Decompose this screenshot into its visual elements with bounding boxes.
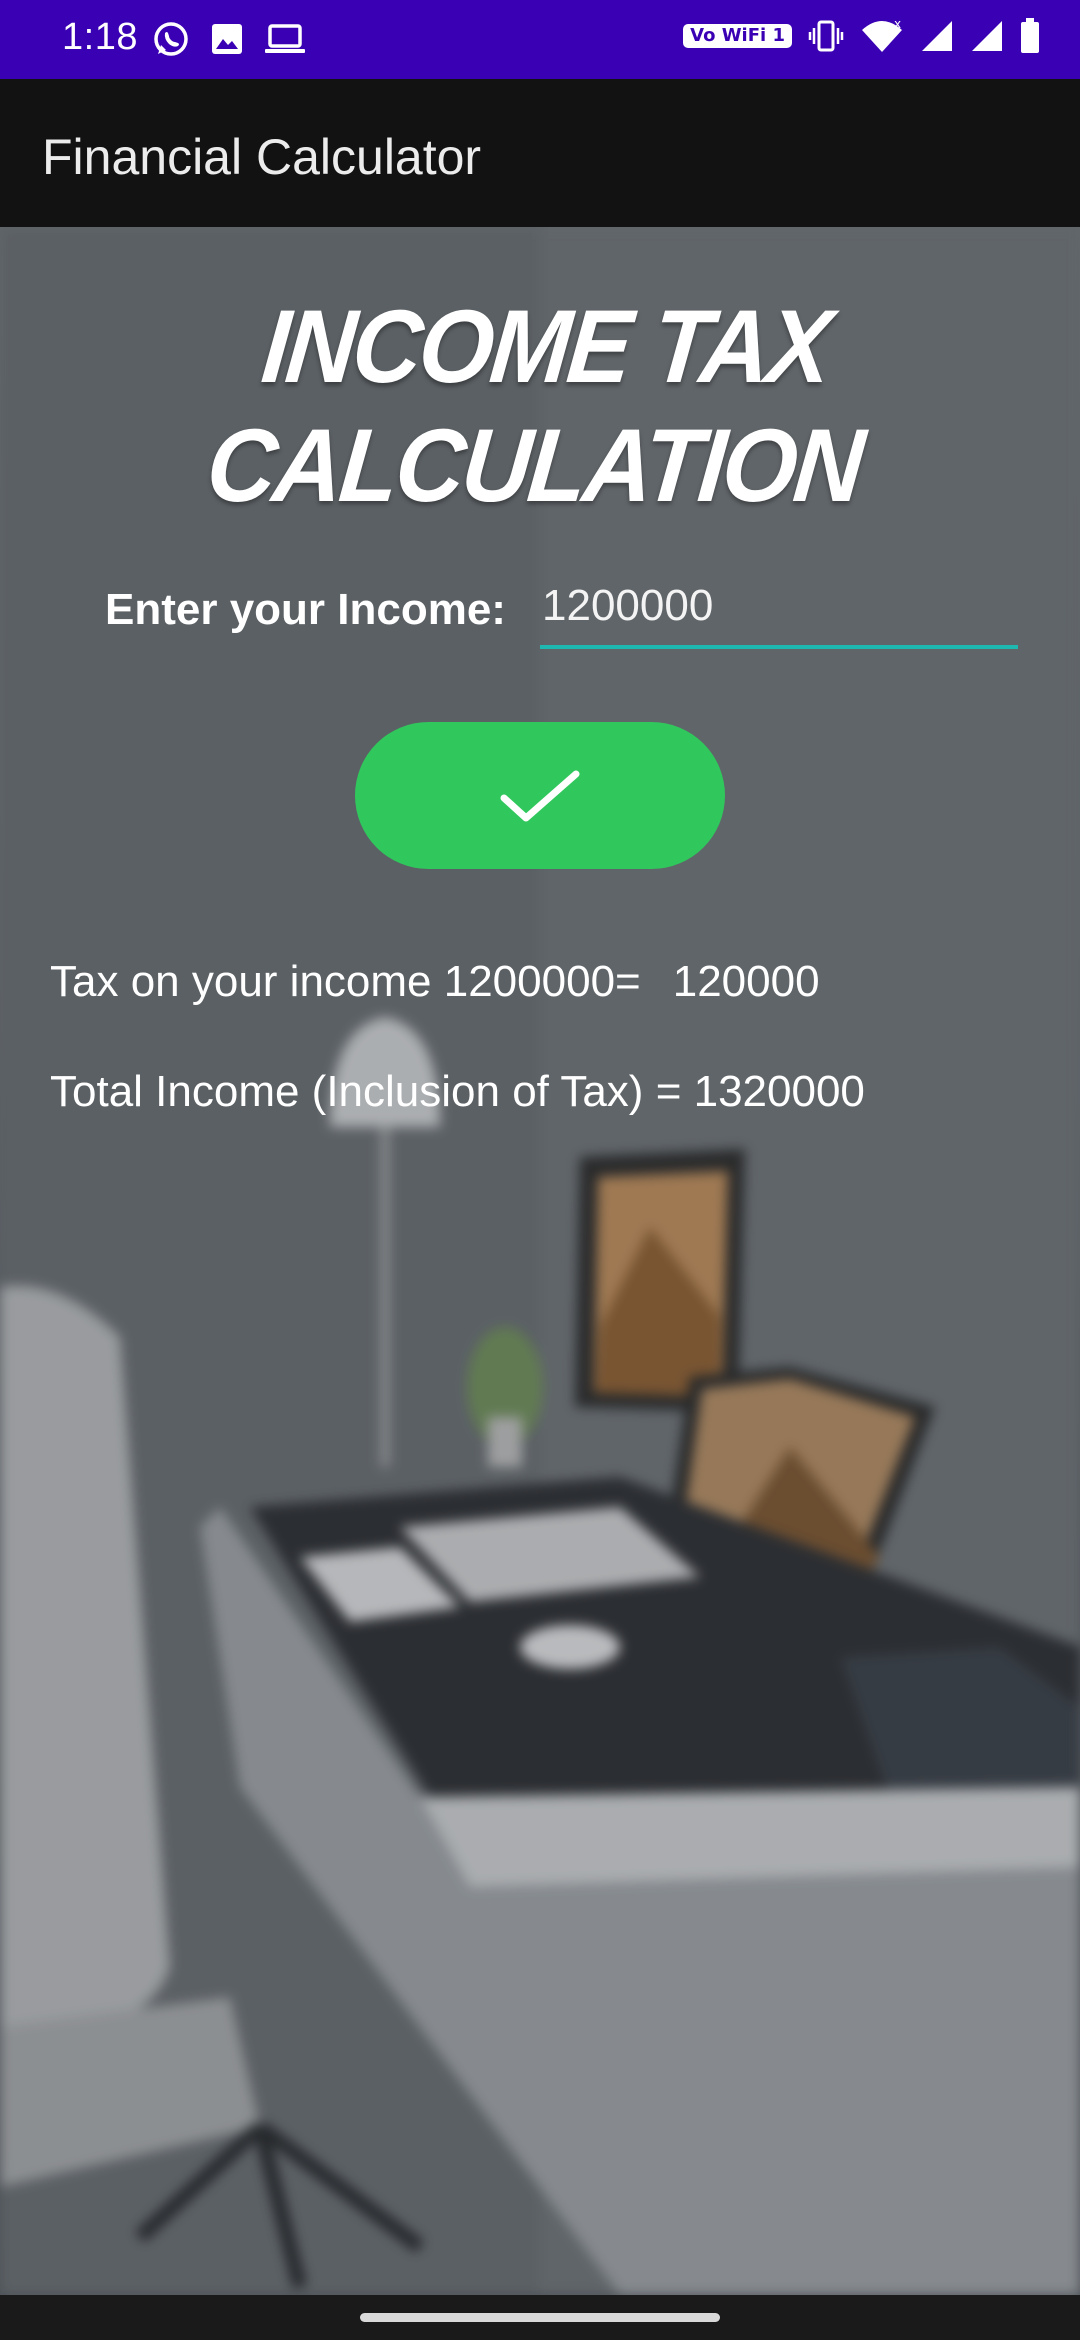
tax-result-value: 120000 [672, 957, 820, 1006]
battery-icon [1021, 18, 1039, 53]
home-gesture-handle[interactable] [360, 2313, 720, 2322]
navigation-bar [0, 2295, 1080, 2340]
vibrate-icon [808, 20, 844, 52]
status-time: 1:18 [62, 16, 138, 58]
income-input[interactable] [540, 573, 1018, 649]
app-bar: Financial Calculator [0, 79, 1080, 227]
tax-result: Tax on your income 1200000= 120000 [50, 957, 820, 1007]
calculate-button[interactable] [355, 722, 725, 869]
wifi-calling-badge: Vo WiFi 1 [683, 24, 792, 48]
app-title: Financial Calculator [42, 129, 482, 185]
page-heading: INCOME TAX CALCULATION [202, 289, 867, 524]
checkmark-icon [500, 770, 580, 821]
svg-text:x: x [894, 18, 901, 31]
status-bar: 1:18 Vo WiFi 1 x [0, 0, 1080, 79]
screen: 1:18 Vo WiFi 1 x Financial Calculator IN… [0, 0, 1080, 2340]
wifi-icon: x [862, 18, 902, 52]
notification-icons [152, 20, 306, 58]
laptop-icon [265, 24, 305, 53]
signal-icon [972, 21, 1002, 51]
whatsapp-icon [154, 22, 188, 56]
total-income-result: Total Income (Inclusion of Tax) = 132000… [50, 1067, 865, 1116]
background-overlay [0, 227, 1080, 2295]
system-icons: Vo WiFi 1 x [683, 18, 1040, 54]
image-icon [212, 24, 242, 54]
income-label: Enter your Income: [105, 585, 506, 634]
tax-result-label: Tax on your income 1200000= [50, 957, 641, 1006]
signal-icon [922, 21, 952, 51]
main-content: INCOME TAX CALCULATION Enter your Income… [0, 227, 1080, 2295]
